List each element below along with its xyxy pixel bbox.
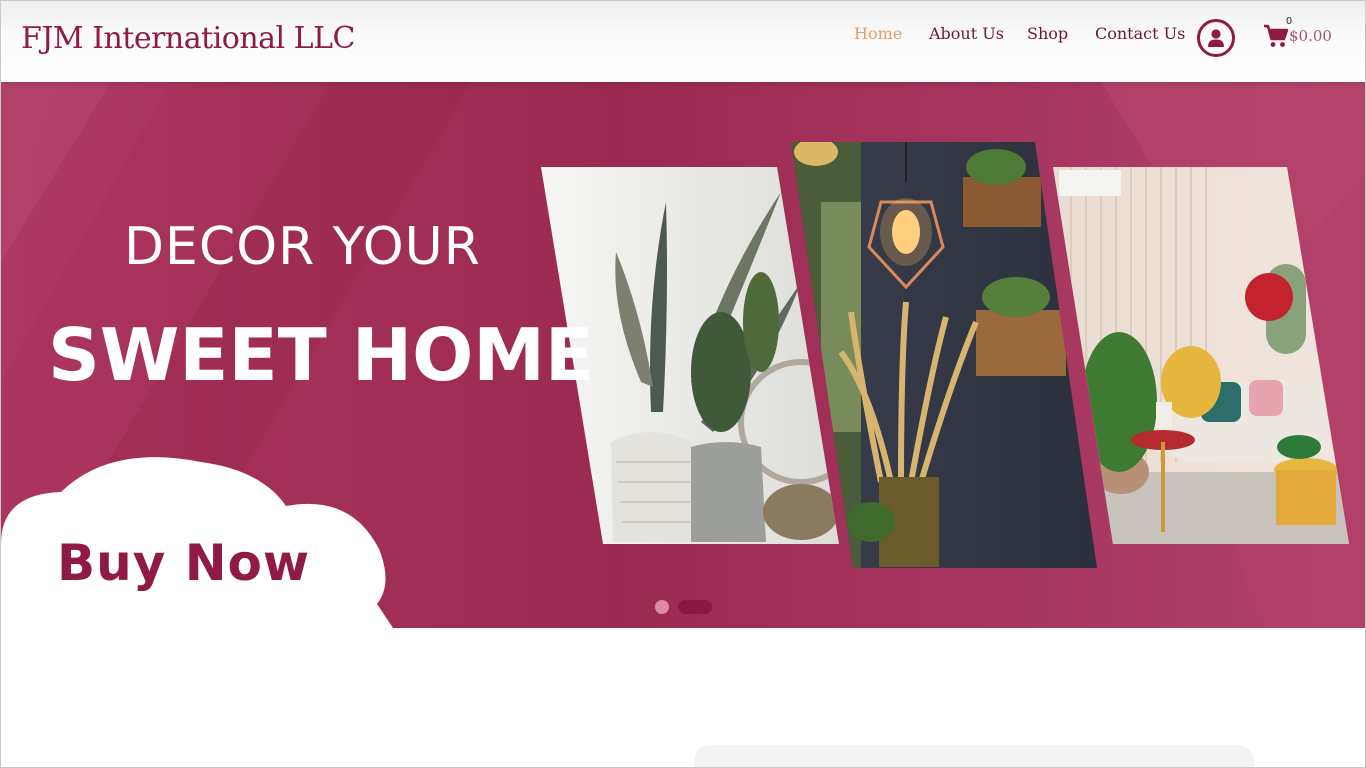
nav-home[interactable]: Home xyxy=(854,24,902,43)
nav-about-us[interactable]: About Us xyxy=(929,24,1004,43)
slider-dot-2-active[interactable] xyxy=(678,600,712,614)
account-button[interactable] xyxy=(1197,19,1235,57)
content-card xyxy=(694,745,1254,767)
hero-heading-line2: SWEET HOME xyxy=(48,313,595,397)
slider-dot-1[interactable] xyxy=(655,600,669,614)
hero-banner: DECOR YOUR SWEET HOME Buy Now xyxy=(1,82,1365,628)
nav-contact-us[interactable]: Contact Us xyxy=(1095,24,1185,43)
cart-button[interactable] xyxy=(1263,23,1289,53)
hero-heading-line1: DECOR YOUR xyxy=(124,217,481,277)
photo-living-room xyxy=(1053,167,1349,544)
cart-count-badge: 0 xyxy=(1285,16,1293,27)
buy-now-button[interactable]: Buy Now xyxy=(57,534,310,592)
nav-shop[interactable]: Shop xyxy=(1027,24,1068,43)
user-circle-icon xyxy=(1208,29,1224,47)
brand-logo[interactable]: FJM International LLC xyxy=(21,21,355,56)
cart-total[interactable]: $0.00 xyxy=(1289,27,1332,45)
site-header: FJM International LLC Home About Us Shop… xyxy=(1,1,1365,82)
page: FJM International LLC Home About Us Shop… xyxy=(0,0,1366,768)
